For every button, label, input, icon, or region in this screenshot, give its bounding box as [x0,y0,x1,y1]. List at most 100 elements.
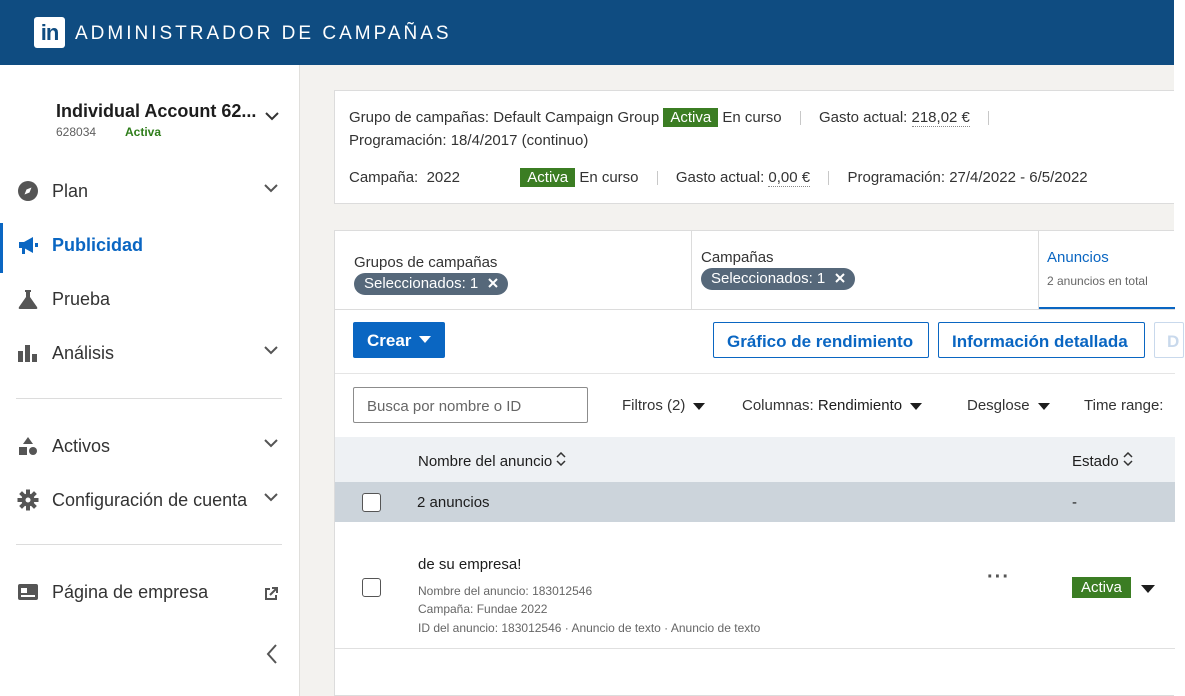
close-icon[interactable] [835,273,846,283]
button-label: Información detallada [952,332,1128,351]
chevron-down-icon [264,184,278,193]
filters-dropdown[interactable]: Filtros (2) [622,397,706,414]
sort-icon [556,451,566,467]
ad-title[interactable]: de su empresa! [418,556,521,573]
sidebar-item-analisis[interactable]: Análisis [0,328,299,378]
column-header-label: Estado [1072,453,1119,470]
group-spend-label: Gasto actual: [818,109,908,126]
campaign-schedule: Programación: 27/4/2022 - 6/5/2022 [847,169,1088,186]
sidebar-divider [16,544,282,545]
table-header: Nombre del anuncio Estado [335,437,1175,482]
filters-label: Filtros (2) [622,397,686,414]
account-id: 628034 [56,125,97,139]
campaign-group-state: En curso [722,109,782,126]
search-placeholder: Busca por nombre o ID [367,398,522,415]
tab-ads[interactable]: Anuncios 2 anuncios en total [1039,231,1175,309]
tab-label: Anuncios [1047,249,1109,266]
search-input[interactable]: Busca por nombre o ID [353,387,588,423]
shapes-icon [19,437,37,455]
chevron-down-icon [264,346,278,355]
separator [799,111,801,126]
tab-label: Grupos de campañas [354,254,498,271]
sidebar-item-label: Publicidad [52,235,144,255]
selected-chip[interactable]: Seleccionados: 1 [701,268,856,290]
chevron-down-icon [264,439,278,448]
campaign-status-badge: Activa [520,168,576,187]
group-spend-value[interactable]: 218,02 € [911,109,970,127]
breakdown-dropdown[interactable]: Desglose [967,397,1050,414]
detailed-info-button[interactable]: Información detallada [938,322,1145,358]
campaign-spend-value[interactable]: 0,00 € [768,169,811,187]
separator [656,171,658,186]
account-name[interactable]: Individual Account 62... [56,101,256,122]
chevron-left-icon[interactable] [266,643,278,665]
campaign-group-label[interactable]: Grupo de campañas: Default Campaign Grou… [349,109,659,126]
ad-name-meta: Nombre del anuncio: 183012546 [418,584,593,598]
account-chevron-down-icon[interactable] [264,111,280,121]
campaign-label: Campaña: [349,169,419,186]
separator [988,111,990,126]
more-options-icon[interactable]: ··· [987,566,1010,589]
bar-chart-icon [18,345,37,362]
create-button[interactable]: Crear [353,322,445,358]
sidebar-item-configuracion[interactable]: Configuración de cuenta [0,475,299,525]
columns-value: Rendimiento [817,397,903,414]
sidebar-item-label: Página de empresa [52,582,209,602]
sidebar-item-activos[interactable]: Activos [0,421,299,471]
campaign-name[interactable]: 2022 [427,169,460,186]
tabs-divider [335,309,1175,310]
sidebar-item-label: Análisis [52,343,115,363]
gear-icon [17,489,39,511]
ads-panel: Grupos de campañas Seleccionados: 1 Camp… [334,230,1184,696]
campaign-spend-label: Gasto actual: [675,169,765,186]
sidebar-item-label: Activos [52,436,111,456]
sidebar-item-label: Plan [52,181,89,201]
sidebar: Individual Account 62... 628034 Activa P… [0,65,300,696]
column-header-label: Nombre del anuncio [418,453,553,470]
status-caret-down-icon[interactable] [1141,585,1155,593]
caret-down-icon [910,402,923,410]
cut-off-button[interactable]: D [1154,322,1184,358]
sort-icon [1123,451,1133,467]
sidebar-item-prueba[interactable]: Prueba [0,274,299,324]
button-label: D [1167,332,1180,351]
caret-down-icon [419,336,431,343]
table-row: de su empresa! Nombre del anuncio: 18301… [335,522,1175,649]
ad-campaign-meta: Campaña: Fundae 2022 [418,602,548,616]
select-all-checkbox[interactable] [362,493,381,512]
performance-chart-button[interactable]: Gráfico de rendimiento [713,322,929,358]
sidebar-item-plan[interactable]: Plan [0,166,299,216]
account-status: Activa [125,125,162,139]
ad-status-badge[interactable]: Activa [1072,577,1131,598]
campaign-group-row: Grupo de campañas: Default Campaign Grou… [349,108,1003,127]
time-range-dropdown[interactable]: Time range: [1084,397,1163,414]
close-icon[interactable] [488,278,499,288]
company-page-icon [18,584,38,600]
sidebar-item-label: Prueba [52,289,111,309]
columns-dropdown[interactable]: Columnas: Rendimiento [742,397,923,414]
column-header-status[interactable]: Estado [1072,451,1133,470]
selected-chip[interactable]: Seleccionados: 1 [354,273,509,295]
breakdown-label: Desglose [967,397,1030,414]
external-link-icon [265,587,278,600]
chip-label: Seleccionados: 1 [364,275,479,292]
flask-icon [18,290,38,309]
toolbar-divider [335,373,1175,374]
tab-campaigns[interactable]: Campañas Seleccionados: 1 [692,231,1039,309]
sidebar-item-pagina-empresa[interactable]: Página de empresa [0,567,299,617]
row-checkbox[interactable] [362,578,381,597]
group-row-status: - [1072,494,1077,511]
table-group-row: 2 anuncios - [335,482,1175,522]
tab-campaign-groups[interactable]: Grupos de campañas Seleccionados: 1 [335,231,692,309]
linkedin-logo-icon[interactable]: in [34,17,65,48]
campaign-summary-card: Grupo de campañas: Default Campaign Grou… [334,90,1174,204]
campaign-group-status-badge: Activa [663,108,719,127]
chip-label: Seleccionados: 1 [711,270,826,287]
separator [828,171,830,186]
sidebar-divider [16,398,282,399]
sidebar-item-publicidad[interactable]: Publicidad [0,220,299,273]
column-header-name[interactable]: Nombre del anuncio [418,451,566,470]
caret-down-icon [1037,402,1050,410]
group-row-label: 2 anuncios [417,494,490,511]
sidebar-item-label: Configuración de cuenta [52,490,248,510]
